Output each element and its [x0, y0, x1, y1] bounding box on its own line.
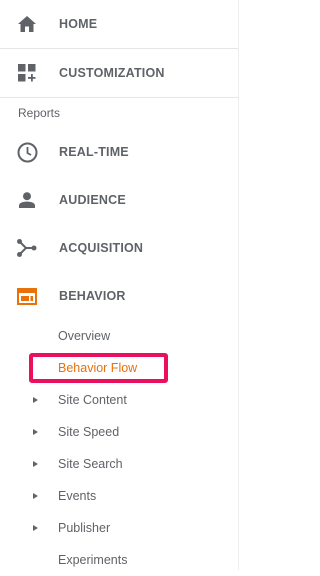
expand-arrow-icon[interactable] [33, 397, 38, 403]
sub-item-label: Site Search [58, 457, 123, 471]
sub-item-label: Overview [58, 329, 111, 343]
sub-item-experiments[interactable]: Experiments [0, 544, 238, 576]
sub-item-label: Events [58, 489, 97, 503]
sub-item-label: Behavior Flow [58, 361, 138, 375]
expand-arrow-icon[interactable] [33, 461, 38, 467]
nav-item-label: HOME [59, 17, 98, 31]
expand-arrow-icon[interactable] [33, 429, 38, 435]
nav-item-real-time[interactable]: REAL-TIME [0, 128, 238, 176]
acquisition-icon [16, 237, 38, 259]
customization-icon [17, 63, 37, 83]
sub-item-label: Site Speed [58, 425, 120, 439]
nav-item-acquisition[interactable]: ACQUISITION [0, 224, 238, 272]
nav-item-label: BEHAVIOR [59, 289, 126, 303]
nav-item-label: CUSTOMIZATION [59, 66, 165, 80]
sub-item-label: Experiments [58, 553, 128, 567]
sub-item-behavior-flow[interactable]: Behavior Flow [0, 352, 238, 384]
clock-icon [16, 141, 38, 163]
nav-item-label: AUDIENCE [59, 193, 126, 207]
expand-arrow-icon[interactable] [33, 525, 38, 531]
sub-item-publisher[interactable]: Publisher [0, 512, 238, 544]
sub-item-events[interactable]: Events [0, 480, 238, 512]
expand-arrow-icon[interactable] [33, 493, 38, 499]
sub-item-site-speed[interactable]: Site Speed [0, 416, 238, 448]
sub-item-label: Publisher [58, 521, 111, 535]
nav-item-customization[interactable]: CUSTOMIZATION [0, 49, 238, 97]
behavior-sub-list: Overview Behavior Flow Site Content Site… [0, 320, 238, 576]
sub-item-site-content[interactable]: Site Content [0, 384, 238, 416]
nav-item-behavior[interactable]: BEHAVIOR [0, 272, 238, 320]
sub-item-site-search[interactable]: Site Search [0, 448, 238, 480]
nav-item-audience[interactable]: AUDIENCE [0, 176, 238, 224]
person-icon [16, 189, 38, 211]
nav-item-label: REAL-TIME [59, 145, 129, 159]
nav-item-home[interactable]: HOME [0, 0, 238, 48]
behavior-icon [16, 285, 38, 307]
sidebar-nav: HOME CUSTOMIZATION Reports REAL-TIME AUD… [0, 0, 239, 570]
sub-item-overview[interactable]: Overview [0, 320, 238, 352]
nav-item-label: ACQUISITION [59, 241, 144, 255]
sub-item-label: Site Content [58, 393, 127, 407]
reports-heading: Reports [18, 106, 61, 120]
home-icon [17, 14, 37, 34]
